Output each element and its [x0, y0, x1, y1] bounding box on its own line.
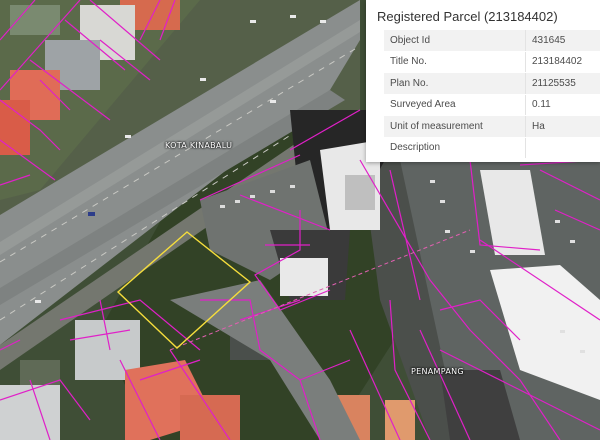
- attr-value: [525, 137, 600, 159]
- attr-value: 431645: [525, 30, 600, 52]
- parcel-popup: Registered Parcel (213184402) Object Id …: [366, 0, 600, 162]
- table-row: Unit of measurement Ha: [384, 115, 600, 138]
- attr-value: Ha: [525, 115, 600, 138]
- attr-label: Unit of measurement: [384, 115, 526, 138]
- attribute-table: Object Id 431645 Title No. 213184402 Pla…: [384, 30, 600, 159]
- attr-label: Surveyed Area: [384, 94, 526, 116]
- attr-value: 0.11: [525, 94, 600, 116]
- table-row: Surveyed Area 0.11: [384, 94, 600, 116]
- attr-label: Description: [384, 137, 526, 159]
- table-row: Plan No. 21125535: [384, 72, 600, 95]
- label-penampang: PENAMPANG: [411, 367, 464, 376]
- attr-label: Title No.: [384, 51, 526, 73]
- attr-label: Plan No.: [384, 72, 526, 95]
- table-row: Description: [384, 137, 600, 159]
- attr-label: Object Id: [384, 30, 526, 52]
- attr-value: 213184402: [525, 51, 600, 73]
- label-kota-kinabalu: KOTA KINABALU: [165, 141, 233, 150]
- attr-value: 21125535: [525, 72, 600, 95]
- table-row: Object Id 431645: [384, 30, 600, 52]
- popup-title: Registered Parcel (213184402): [377, 9, 558, 24]
- table-row: Title No. 213184402: [384, 51, 600, 73]
